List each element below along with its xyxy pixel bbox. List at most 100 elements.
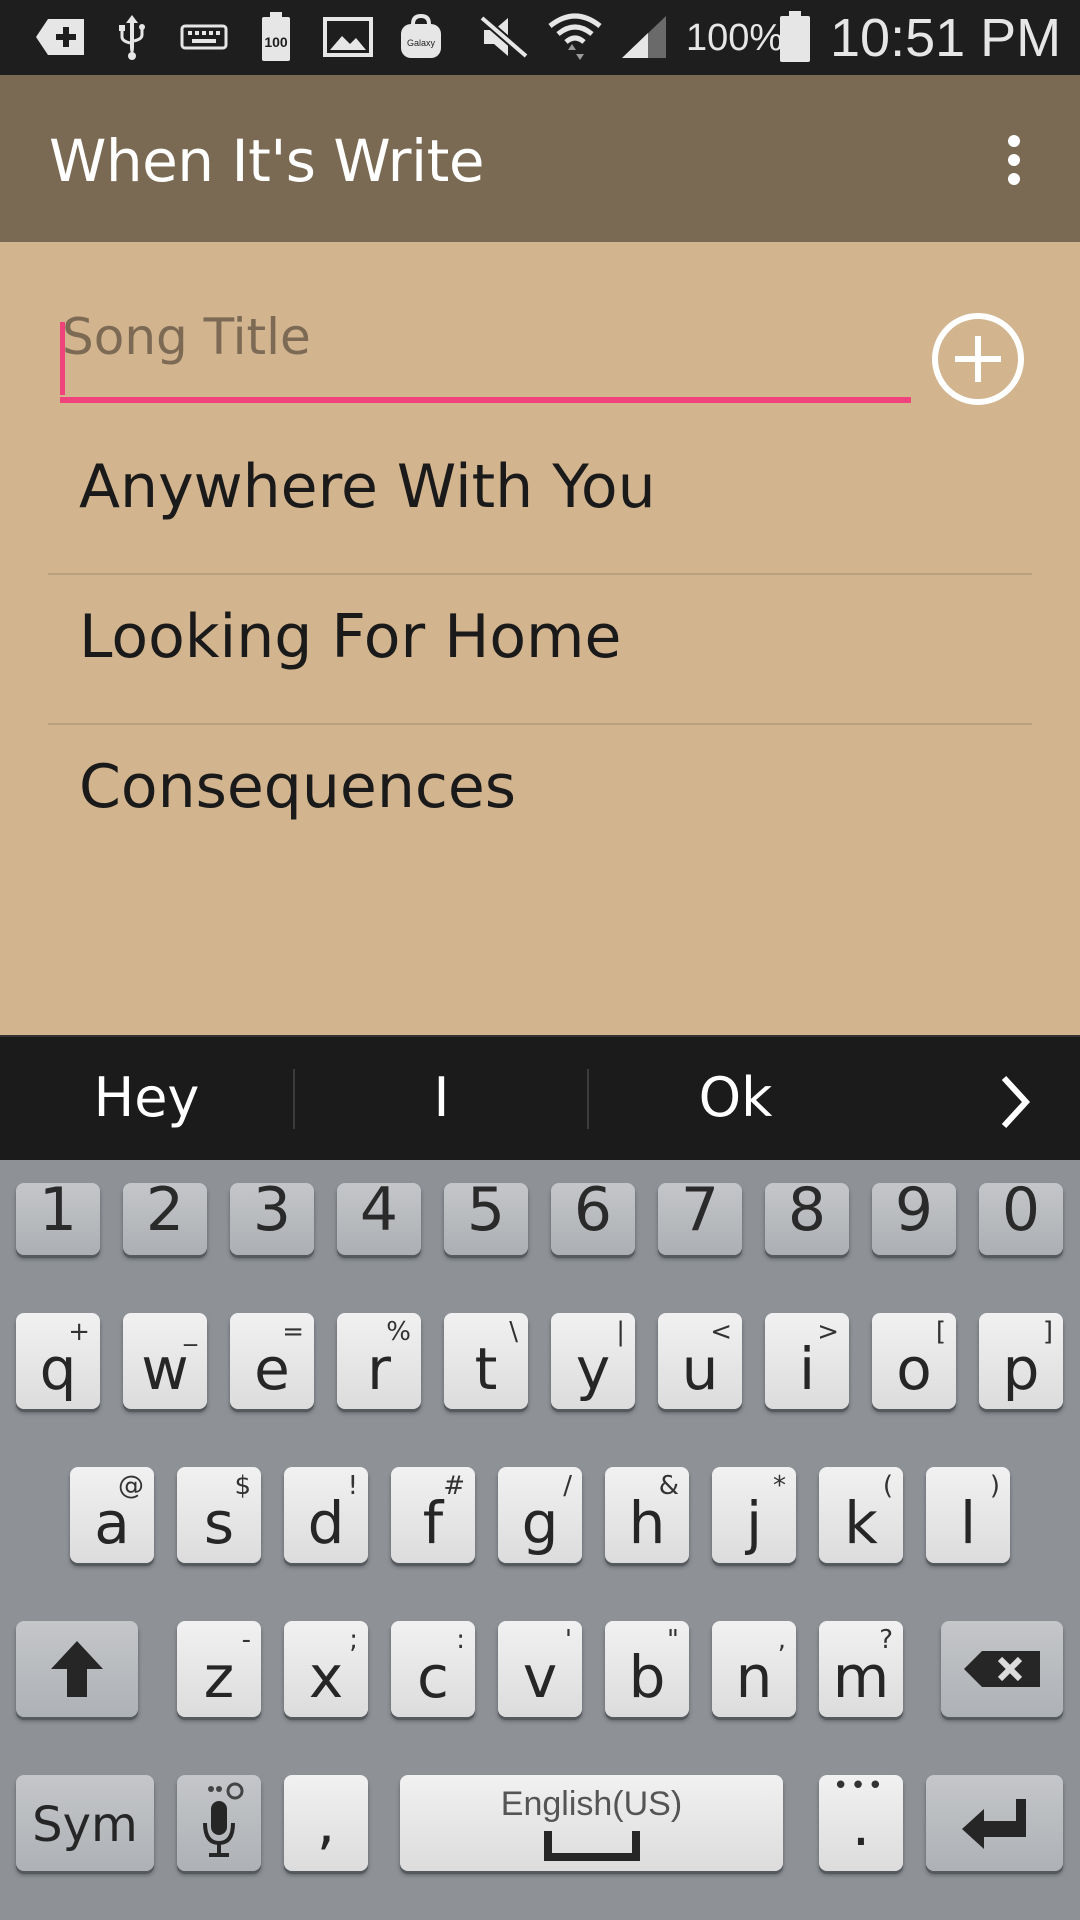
key-e[interactable]: = e [230,1313,314,1409]
key-t[interactable]: \ t [444,1313,528,1409]
key-label: n [735,1643,773,1711]
key-label: k [844,1489,878,1557]
key-8[interactable]: 8 [765,1175,849,1255]
usb-icon [114,12,150,62]
microphone-icon [203,1782,244,1857]
key-d[interactable]: ! d [284,1467,368,1563]
song-list-item[interactable]: Anywhere With You [48,410,1032,561]
key-6[interactable]: 6 [551,1175,635,1255]
menu-dot [1008,154,1020,166]
key-y[interactable]: | y [551,1313,635,1409]
key-label: 3 [252,1175,292,1245]
key-label: 0 [1001,1175,1041,1245]
key-s[interactable]: $ s [177,1467,261,1563]
key-label: s [203,1489,235,1557]
key-9[interactable]: 9 [872,1175,956,1255]
key-x[interactable]: ; x [284,1621,368,1717]
song-list-item[interactable]: Looking For Home [48,562,1032,713]
key-label: g [521,1489,559,1557]
key-label: 7 [680,1175,720,1245]
key-c[interactable]: :c [391,1621,475,1717]
key-0[interactable]: 0 [979,1175,1063,1255]
shift-arrow-icon [51,1641,103,1697]
suggestion-item[interactable]: I [295,1057,588,1137]
key-label: z [203,1643,235,1711]
overflow-menu-icon[interactable] [990,125,1038,195]
key-j[interactable]: * j [712,1467,796,1563]
key-label: 2 [145,1175,185,1245]
voice-input-key[interactable] [177,1775,261,1871]
key-1[interactable]: 1 [16,1175,100,1255]
key-3[interactable]: 3 [230,1175,314,1255]
app-bar: When It's Write [0,75,1080,242]
key-label: y [575,1335,611,1403]
song-title: Anywhere With You [79,452,656,522]
wifi-icon [548,12,602,62]
key-r[interactable]: % r [337,1313,421,1409]
sym-key[interactable]: Sym [16,1775,154,1871]
song-title: Looking For Home [79,602,622,672]
key-h[interactable]: & h [605,1467,689,1563]
input-underline [60,397,911,403]
keyboard-icon [180,12,228,62]
suggestion-bar: Hey I Ok [0,1035,1080,1160]
space-key[interactable]: English(US) [400,1775,783,1871]
menu-dot [1008,173,1020,185]
key-label: 6 [573,1175,613,1245]
battery-icon [778,11,812,62]
menu-dot [1008,135,1020,147]
key-q[interactable]: + q [16,1313,100,1409]
key-p[interactable]: ] p [979,1313,1063,1409]
song-title-input[interactable] [60,302,910,372]
key-7[interactable]: 7 [658,1175,742,1255]
key-u[interactable]: < u [658,1313,742,1409]
galaxy-store-label: Galaxy [407,38,436,48]
enter-icon [962,1799,1026,1849]
key-label: t [474,1335,498,1403]
key-label: e [254,1335,290,1403]
key-f[interactable]: # f [391,1467,475,1563]
key-label: 5 [466,1175,506,1245]
key-2[interactable]: 2 [123,1175,207,1255]
key-i[interactable]: > i [765,1313,849,1409]
add-song-button[interactable] [932,313,1024,405]
key-l[interactable]: ) l [926,1467,1010,1563]
key-k[interactable]: (k [819,1467,903,1563]
key-label: x [308,1643,344,1711]
comma-key[interactable]: , [284,1775,368,1871]
key-a[interactable]: @ a [70,1467,154,1563]
key-label: w [141,1335,189,1403]
suggestion-item[interactable]: Hey [0,1057,293,1137]
battery-saver-icon: 100 [258,12,294,62]
key-v[interactable]: ' v [498,1621,582,1717]
key-label: h [628,1489,666,1557]
key-label: , [316,1789,336,1857]
key-label: 9 [894,1175,934,1245]
key-label: 4 [359,1175,399,1245]
space-bar-icon [544,1831,640,1861]
key-label: r [367,1335,391,1403]
key-m[interactable]: ? m [819,1621,903,1717]
enter-key[interactable] [926,1775,1063,1871]
key-n[interactable]: ,n [712,1621,796,1717]
chevron-right-icon[interactable] [990,1072,1040,1132]
period-key[interactable]: •••. [819,1771,903,1871]
key-w[interactable]: _ w [123,1313,207,1409]
key-4[interactable]: 4 [337,1175,421,1255]
status-bar: 100 Galaxy 100% 10:51 PM [0,0,1080,75]
key-label: b [628,1643,666,1711]
song-title: Consequences [79,752,517,822]
backspace-key[interactable] [941,1621,1063,1717]
shift-key[interactable] [16,1621,138,1717]
key-b[interactable]: " b [605,1621,689,1717]
key-5[interactable]: 5 [444,1175,528,1255]
signal-icon [618,12,670,62]
key-label: 8 [787,1175,827,1245]
suggestion-item[interactable]: Ok [589,1057,882,1137]
key-label: . [851,1791,871,1859]
key-o[interactable]: [o [872,1313,956,1409]
key-z[interactable]: -z [177,1621,261,1717]
key-g[interactable]: / g [498,1467,582,1563]
key-label: c [417,1643,449,1711]
song-list-item[interactable]: Consequences [48,714,1032,865]
